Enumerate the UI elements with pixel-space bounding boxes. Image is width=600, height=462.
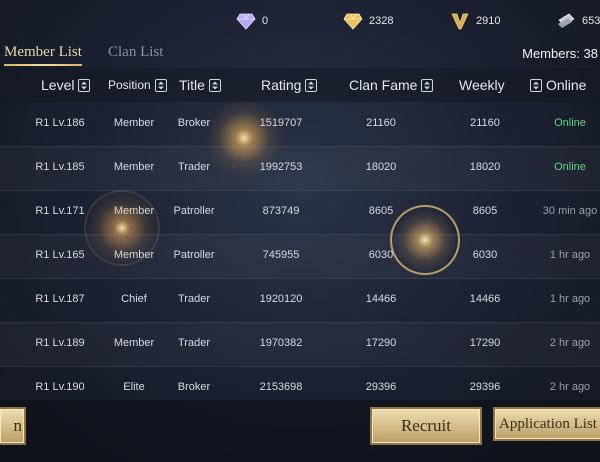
v-token-value: 2910 bbox=[476, 15, 501, 27]
cell-clan-fame: 17290 bbox=[365, 337, 397, 349]
cell-title: Patroller bbox=[173, 205, 215, 217]
cell-clan-fame: 21160 bbox=[366, 117, 396, 129]
table-row[interactable]: R1 Lv.171 Member Patroller 873749 8605 8… bbox=[0, 190, 600, 235]
cell-weekly: 17290 bbox=[469, 337, 501, 349]
cell-position: Elite bbox=[123, 381, 145, 393]
column-label-title: Title bbox=[179, 77, 205, 93]
column-header-online[interactable]: Online bbox=[530, 77, 586, 93]
cell-clan-fame: 6030 bbox=[368, 249, 394, 261]
cell-level: R1 Lv.187 bbox=[35, 293, 85, 305]
table-row[interactable]: R1 Lv.187 Chief Trader 1920120 14466 144… bbox=[0, 278, 600, 323]
table-row[interactable]: R1 Lv.165 Member Patroller 745955 6030 6… bbox=[0, 234, 600, 279]
partial-left-button[interactable]: n bbox=[0, 407, 26, 445]
cell-weekly: 14466 bbox=[469, 293, 501, 305]
crystal-currency[interactable]: 0 bbox=[236, 12, 268, 30]
members-count: Members: 38 bbox=[522, 46, 598, 61]
cell-online: 1 hr ago bbox=[549, 249, 591, 261]
bottom-bar: n Recruit Application List bbox=[0, 400, 600, 462]
sort-icon bbox=[305, 78, 318, 92]
application-list-button[interactable]: Application List bbox=[493, 407, 600, 441]
sort-icon bbox=[208, 78, 221, 92]
cell-online: 2 hr ago bbox=[549, 381, 591, 393]
cell-level: R1 Lv.185 bbox=[35, 161, 85, 173]
sort-icon bbox=[530, 78, 542, 92]
cell-rating: 745955 bbox=[262, 249, 300, 261]
recruit-button[interactable]: Recruit bbox=[370, 407, 482, 445]
cell-level: R1 Lv.165 bbox=[35, 249, 85, 261]
cell-online: Online bbox=[554, 117, 586, 129]
table-row[interactable]: R1 Lv.189 Member Trader 1970382 17290 17… bbox=[0, 322, 600, 367]
column-header-level[interactable]: Level bbox=[41, 77, 91, 93]
silver-ticket-icon bbox=[558, 13, 575, 28]
column-header-title[interactable]: Title bbox=[179, 77, 221, 93]
cell-rating: 873749 bbox=[262, 205, 300, 217]
gold-diamond-icon bbox=[343, 13, 363, 30]
cell-position: Member bbox=[113, 161, 155, 173]
cell-title: Patroller bbox=[173, 249, 215, 261]
gold-diamond-currency[interactable]: 2328 bbox=[343, 12, 393, 30]
cell-level: R1 Lv.190 bbox=[35, 381, 85, 393]
column-label-clan-fame: Clan Fame bbox=[349, 77, 418, 93]
cell-rating: 2153698 bbox=[259, 381, 303, 393]
cell-title: Broker bbox=[177, 381, 211, 393]
purple-diamond-icon bbox=[236, 13, 256, 30]
cell-position: Member bbox=[113, 117, 155, 129]
cell-clan-fame: 14466 bbox=[365, 293, 397, 305]
cell-clan-fame: 29396 bbox=[365, 381, 397, 393]
cell-position: Member bbox=[113, 249, 155, 261]
cell-title: Trader bbox=[178, 293, 210, 305]
currency-bar: 0 2328 2910 653 bbox=[0, 0, 600, 40]
cell-level: R1 Lv.171 bbox=[35, 205, 85, 217]
cell-rating: 1970382 bbox=[259, 337, 303, 349]
column-header-weekly[interactable]: Weekly bbox=[459, 77, 505, 93]
cell-title: Trader bbox=[178, 337, 210, 349]
table-row[interactable]: R1 Lv.190 Elite Broker 2153698 29396 293… bbox=[0, 366, 600, 402]
cell-online: Online bbox=[554, 161, 586, 173]
cell-weekly: 18020 bbox=[469, 161, 501, 173]
sort-icon bbox=[78, 78, 91, 92]
cell-position: Member bbox=[113, 205, 155, 217]
member-table[interactable]: R1 Lv.186 Member Broker 1519707 21160 21… bbox=[0, 102, 600, 402]
cell-rating: 1920120 bbox=[259, 293, 303, 305]
cell-online: 1 hr ago bbox=[549, 293, 591, 305]
table-row[interactable]: R1 Lv.186 Member Broker 1519707 21160 21… bbox=[0, 102, 600, 147]
cell-position: Chief bbox=[121, 293, 147, 305]
cell-online: 2 hr ago bbox=[549, 337, 591, 349]
cell-position: Member bbox=[113, 337, 155, 349]
cell-rating: 1992753 bbox=[259, 161, 303, 173]
cell-level: R1 Lv.186 bbox=[35, 117, 85, 129]
column-header-clan-fame[interactable]: Clan Fame bbox=[349, 77, 434, 93]
crystal-value: 0 bbox=[262, 15, 269, 27]
cell-title: Broker bbox=[177, 117, 211, 129]
cell-weekly: 29396 bbox=[469, 381, 501, 393]
cell-rating: 1519707 bbox=[259, 117, 303, 129]
gold-diamond-value: 2328 bbox=[369, 15, 394, 27]
cell-clan-fame: 18020 bbox=[365, 161, 397, 173]
tab-member-list[interactable]: Member List bbox=[4, 44, 82, 66]
column-label-level: Level bbox=[41, 77, 75, 93]
column-header-rating[interactable]: Rating bbox=[261, 77, 318, 93]
cell-clan-fame: 8605 bbox=[368, 205, 394, 217]
column-label-rating: Rating bbox=[261, 77, 302, 93]
gold-v-icon bbox=[451, 13, 469, 30]
ticket-value: 653 bbox=[582, 15, 600, 27]
table-row[interactable]: R1 Lv.185 Member Trader 1992753 18020 18… bbox=[0, 146, 600, 191]
column-header-position[interactable]: Position bbox=[108, 78, 167, 92]
column-label-online: Online bbox=[546, 77, 587, 93]
cell-weekly: 8605 bbox=[472, 205, 498, 217]
cell-level: R1 Lv.189 bbox=[35, 337, 85, 349]
cell-online: 30 min ago bbox=[542, 205, 598, 217]
ticket-currency[interactable]: 653 bbox=[556, 12, 600, 30]
cell-weekly: 21160 bbox=[470, 117, 500, 129]
sort-icon bbox=[421, 78, 434, 92]
cell-title: Trader bbox=[178, 161, 210, 173]
column-label-weekly: Weekly bbox=[459, 77, 505, 93]
tab-bar: Member List Clan List Members: 38 bbox=[0, 40, 600, 66]
v-token-currency[interactable]: 2910 bbox=[450, 12, 500, 30]
sort-icon bbox=[154, 78, 167, 92]
table-header: Level Position Title Rating Clan Fame We… bbox=[0, 68, 600, 102]
cell-weekly: 6030 bbox=[472, 249, 498, 261]
column-label-position: Position bbox=[108, 78, 151, 92]
tab-clan-list[interactable]: Clan List bbox=[108, 44, 163, 61]
